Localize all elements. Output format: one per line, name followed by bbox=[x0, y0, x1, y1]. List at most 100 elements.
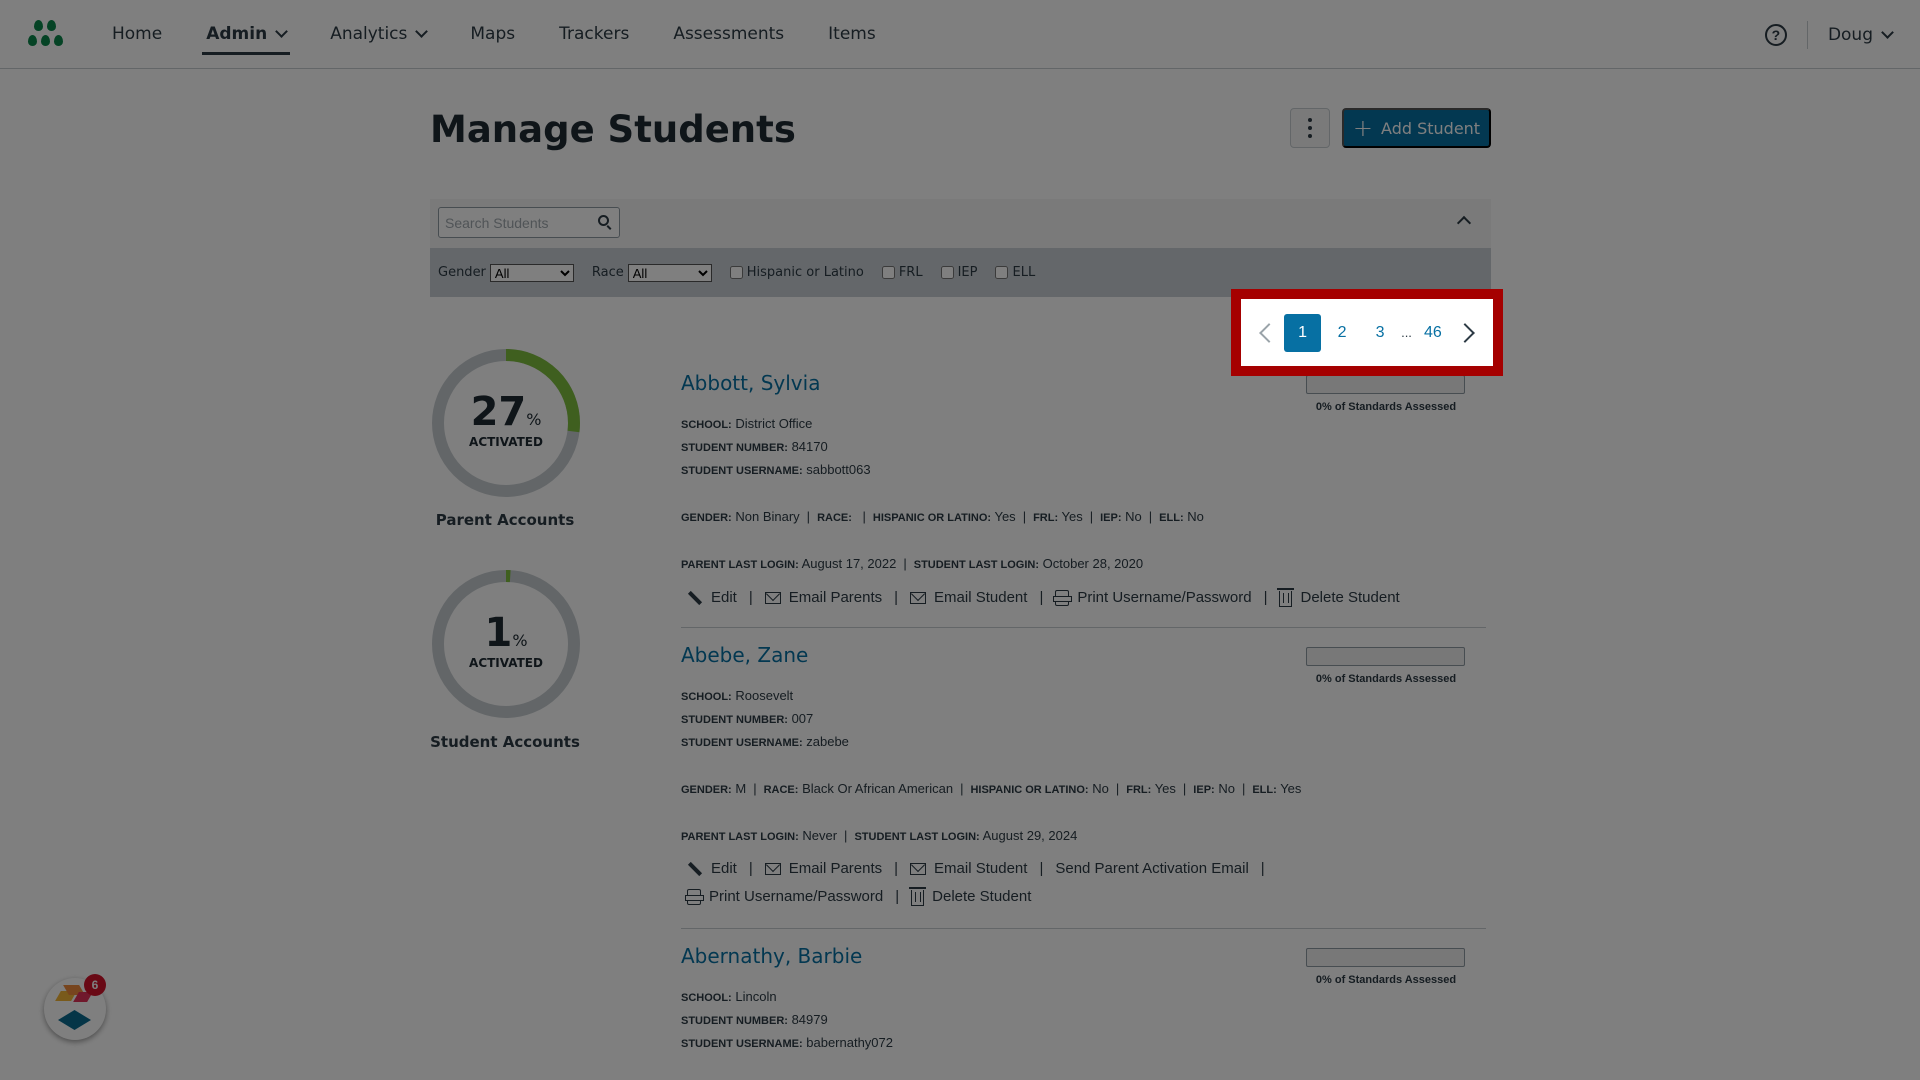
kebab-icon bbox=[1308, 118, 1312, 122]
more-options-button[interactable] bbox=[1290, 108, 1330, 148]
printer-icon bbox=[685, 888, 704, 905]
pagination-highlight: 1 2 3 ... 46 bbox=[1231, 289, 1503, 376]
student-name-link[interactable]: Abebe, Zane bbox=[681, 643, 808, 667]
student-username-line: STUDENT USERNAME: babernathy072 bbox=[681, 1035, 893, 1050]
student-card: Abebe, Zane 0% of Standards Assessed SCH… bbox=[681, 643, 1486, 906]
school-line: SCHOOL: Roosevelt bbox=[681, 688, 794, 703]
help-icon[interactable]: ? bbox=[1764, 23, 1787, 46]
donut-caption: ACTIVATED bbox=[469, 656, 543, 670]
frl-checkbox[interactable] bbox=[881, 266, 895, 279]
nav-maps[interactable]: Maps bbox=[470, 0, 515, 69]
student-name-link[interactable]: Abbott, Sylvia bbox=[681, 371, 820, 395]
nav-analytics[interactable]: Analytics bbox=[330, 0, 429, 69]
pagination-ellipsis: ... bbox=[1401, 325, 1412, 340]
standards-progress-bar bbox=[1306, 647, 1465, 666]
gender-label: Gender bbox=[438, 265, 486, 280]
nav-trackers[interactable]: Trackers bbox=[559, 0, 629, 69]
email-student-button[interactable]: Email Student bbox=[904, 589, 1033, 606]
frl-filter[interactable]: FRL bbox=[881, 265, 923, 280]
race-label: Race bbox=[591, 265, 624, 280]
parent-accounts-donut: 27% ACTIVATED bbox=[430, 347, 582, 499]
search-input[interactable] bbox=[438, 207, 620, 238]
standards-progress: 0% of Standards Assessed bbox=[1306, 647, 1466, 685]
student-name-link[interactable]: Abernathy, Barbie bbox=[681, 944, 862, 968]
school-line: SCHOOL: Lincoln bbox=[681, 989, 777, 1004]
app-logo-icon[interactable] bbox=[28, 18, 70, 50]
trash-icon bbox=[909, 887, 927, 906]
chevron-left-icon bbox=[1259, 322, 1279, 343]
nav-home[interactable]: Home bbox=[112, 0, 162, 69]
nav-trackers-label: Trackers bbox=[559, 24, 630, 44]
student-username-line: STUDENT USERNAME: sabbott063 bbox=[681, 462, 871, 477]
donut-value: 1% bbox=[430, 610, 582, 656]
trash-icon bbox=[1277, 588, 1295, 607]
standards-progress: 0% of Standards Assessed bbox=[1306, 375, 1466, 413]
email-parents-button[interactable]: Email Parents bbox=[759, 860, 888, 877]
page-3-button[interactable]: 3 bbox=[1363, 314, 1397, 352]
standards-progress-bar bbox=[1306, 375, 1465, 394]
student-percent-value: 1 bbox=[484, 610, 513, 656]
nav-items-label: Items bbox=[828, 24, 876, 44]
edit-button[interactable]: Edit bbox=[681, 860, 743, 877]
ell-checkbox[interactable] bbox=[995, 266, 1009, 279]
chevron-up-icon[interactable] bbox=[1456, 215, 1472, 231]
iep-checkbox[interactable] bbox=[940, 266, 954, 279]
plus-icon: + bbox=[1352, 114, 1374, 142]
nav-assessments[interactable]: Assessments bbox=[673, 0, 784, 69]
mail-icon bbox=[910, 862, 927, 875]
user-menu[interactable]: Doug bbox=[1827, 24, 1894, 45]
ell-filter[interactable]: ELL bbox=[995, 265, 1035, 280]
printer-icon bbox=[1053, 589, 1073, 606]
school-line: SCHOOL: District Office bbox=[681, 416, 813, 431]
print-credentials-button[interactable]: Print Username/Password bbox=[681, 888, 889, 905]
race-filter: Race All bbox=[591, 263, 712, 282]
add-student-button[interactable]: + Add Student bbox=[1342, 108, 1491, 148]
donut-caption: ACTIVATED bbox=[469, 435, 543, 449]
student-divider bbox=[681, 627, 1486, 628]
email-student-button[interactable]: Email Student bbox=[904, 860, 1033, 877]
top-navigation: Home Admin Analytics Maps Trackers Asses… bbox=[0, 0, 1920, 69]
student-actions: Edit | Email Parents | Email Student | Send… bbox=[681, 860, 1401, 906]
standards-label: 0% of Standards Assessed bbox=[1315, 974, 1457, 986]
student-actions: Edit | Email Parents | Email Student | Prin… bbox=[681, 588, 1486, 607]
student-accounts-label: Student Accounts bbox=[430, 733, 580, 751]
send-parent-activation-button[interactable]: Send Parent Activation Email bbox=[1049, 860, 1254, 877]
race-select[interactable]: All bbox=[627, 263, 712, 282]
nav-admin[interactable]: Admin bbox=[202, 0, 291, 69]
delete-student-button[interactable]: Delete Student bbox=[1273, 588, 1405, 607]
student-card: Abbott, Sylvia 0% of Standards Assessed … bbox=[681, 371, 1486, 607]
kebab-dot bbox=[1308, 126, 1312, 130]
page-1-button[interactable]: 1 bbox=[1284, 313, 1322, 352]
gender-filter: Gender All bbox=[438, 263, 574, 282]
iep-filter[interactable]: IEP bbox=[940, 265, 977, 280]
page-title: Manage Students bbox=[430, 108, 796, 151]
student-card: Abernathy, Barbie 0% of Standards Assess… bbox=[681, 944, 1486, 1055]
student-number-line: STUDENT NUMBER: 007 bbox=[681, 711, 814, 726]
user-name: Doug bbox=[1827, 24, 1873, 45]
student-divider bbox=[681, 928, 1486, 929]
hispanic-checkbox[interactable] bbox=[729, 266, 743, 279]
help-widget-button[interactable]: 6 bbox=[44, 974, 106, 1040]
gender-select[interactable]: All bbox=[489, 263, 574, 282]
edit-button[interactable]: Edit bbox=[681, 589, 743, 606]
print-credentials-button[interactable]: Print Username/Password bbox=[1049, 589, 1257, 606]
email-parents-button[interactable]: Email Parents bbox=[759, 589, 888, 606]
parent-accounts-label: Parent Accounts bbox=[435, 511, 575, 529]
page-2-button[interactable]: 2 bbox=[1325, 314, 1359, 352]
hispanic-filter[interactable]: Hispanic or Latino bbox=[729, 265, 864, 280]
search-icon[interactable] bbox=[598, 215, 609, 226]
previous-page-button[interactable] bbox=[1252, 316, 1280, 350]
mail-icon bbox=[764, 862, 781, 875]
student-number-line: STUDENT NUMBER: 84979 bbox=[681, 1012, 828, 1027]
search-panel bbox=[430, 199, 1491, 248]
next-page-button[interactable] bbox=[1454, 316, 1482, 350]
delete-student-button[interactable]: Delete Student bbox=[905, 887, 1037, 906]
nav-items[interactable]: Items bbox=[828, 0, 876, 69]
percent-sign: % bbox=[512, 631, 528, 650]
mail-icon bbox=[764, 591, 781, 604]
page-last-button[interactable]: 46 bbox=[1416, 314, 1450, 352]
login-line: PARENT LAST LOGIN: Never | STUDENT LAST LO… bbox=[681, 828, 1078, 843]
chevron-down-icon bbox=[275, 25, 289, 38]
standards-progress-bar bbox=[1306, 948, 1465, 967]
parent-percent-value: 27 bbox=[470, 389, 527, 435]
